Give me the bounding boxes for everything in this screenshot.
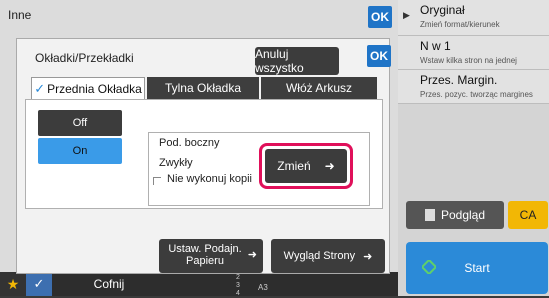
tab-back-cover[interactable]: Tylna Okładka xyxy=(147,77,259,99)
arrow-right-icon: ➜ xyxy=(363,250,373,263)
start-button[interactable]: Start xyxy=(406,242,548,294)
preview-label: Podgląd xyxy=(440,208,486,222)
tab-label: Przednia Okładka xyxy=(47,81,142,96)
right-panel-item-n-in-1[interactable]: N w 1 Wstaw kilka stron na jednej xyxy=(398,36,549,70)
window-title: Inne xyxy=(8,8,32,22)
item-subtitle: Zmień format/kierunek xyxy=(420,20,500,29)
favorites-button[interactable]: ★ xyxy=(0,272,26,296)
preview-icon xyxy=(424,209,435,221)
ok-button[interactable]: OK xyxy=(368,6,392,28)
ca-button[interactable]: CA xyxy=(508,201,548,229)
off-button[interactable]: Off xyxy=(38,110,122,136)
start-label: Start xyxy=(464,261,490,275)
play-icon: ▶ xyxy=(403,10,410,20)
covers-dialog: Okładki/Przekładki Anuluj wszystko OK ✓ … xyxy=(16,38,391,274)
item-title: Przes. Margin. xyxy=(420,73,498,87)
change-label: Zmień xyxy=(277,159,311,173)
on-button[interactable]: On xyxy=(38,138,122,164)
paper-tray-label: Ustaw. Podajn. Papieru xyxy=(168,243,242,267)
item-title: N w 1 xyxy=(420,39,451,53)
paper-size-label: A3 xyxy=(258,283,268,292)
bottom-bar xyxy=(0,272,398,296)
item-subtitle: Wstaw kilka stron na jednej xyxy=(420,56,517,65)
start-diamond-icon xyxy=(422,260,436,274)
option-tray: Pod. boczny xyxy=(159,137,220,149)
back-button[interactable]: Cofnij xyxy=(84,274,134,294)
right-panel-item-original[interactable]: ▶ Oryginał Zmień format/kierunek xyxy=(398,0,549,36)
arrow-right-icon: ➜ xyxy=(247,249,257,261)
preview-button[interactable]: Podgląd xyxy=(406,201,504,229)
page-layout-button[interactable]: Wygląd Strony ➜ xyxy=(271,239,385,273)
paper-tray-settings-button[interactable]: Ustaw. Podajn. Papieru ➜ xyxy=(159,239,263,273)
right-panel-item-margin-shift[interactable]: Przes. Margin. Przes. pozyc. tworząc mar… xyxy=(398,70,549,104)
star-icon: ★ xyxy=(6,275,20,292)
cancel-all-button[interactable]: Anuluj wszystko xyxy=(255,47,339,75)
option-print-mode: Nie wykonuj kopii xyxy=(167,173,252,185)
check-icon: ✓ xyxy=(34,80,46,96)
arrow-right-icon: ➜ xyxy=(324,159,335,173)
confirm-check-button[interactable]: ✓ xyxy=(26,272,52,296)
page-layout-label: Wygląd Strony xyxy=(283,250,356,262)
tab-front-cover[interactable]: ✓ Przednia Okładka xyxy=(31,77,145,99)
option-paper-type: Zwykły xyxy=(159,157,193,169)
change-button[interactable]: Zmień ➜ xyxy=(265,149,347,183)
checkbox-icon xyxy=(153,177,161,185)
dialog-title: Okładki/Przekładki xyxy=(35,51,134,65)
item-subtitle: Przes. pozyc. tworząc margines xyxy=(420,90,533,99)
check-icon: ✓ xyxy=(33,276,45,291)
tab-bar: ✓ Przednia Okładka Tylna Okładka Włóż Ar… xyxy=(31,77,377,99)
tab-insert-sheet[interactable]: Włóż Arkusz xyxy=(261,77,377,99)
item-title: Oryginał xyxy=(420,3,465,17)
dialog-ok-button[interactable]: OK xyxy=(367,45,391,67)
